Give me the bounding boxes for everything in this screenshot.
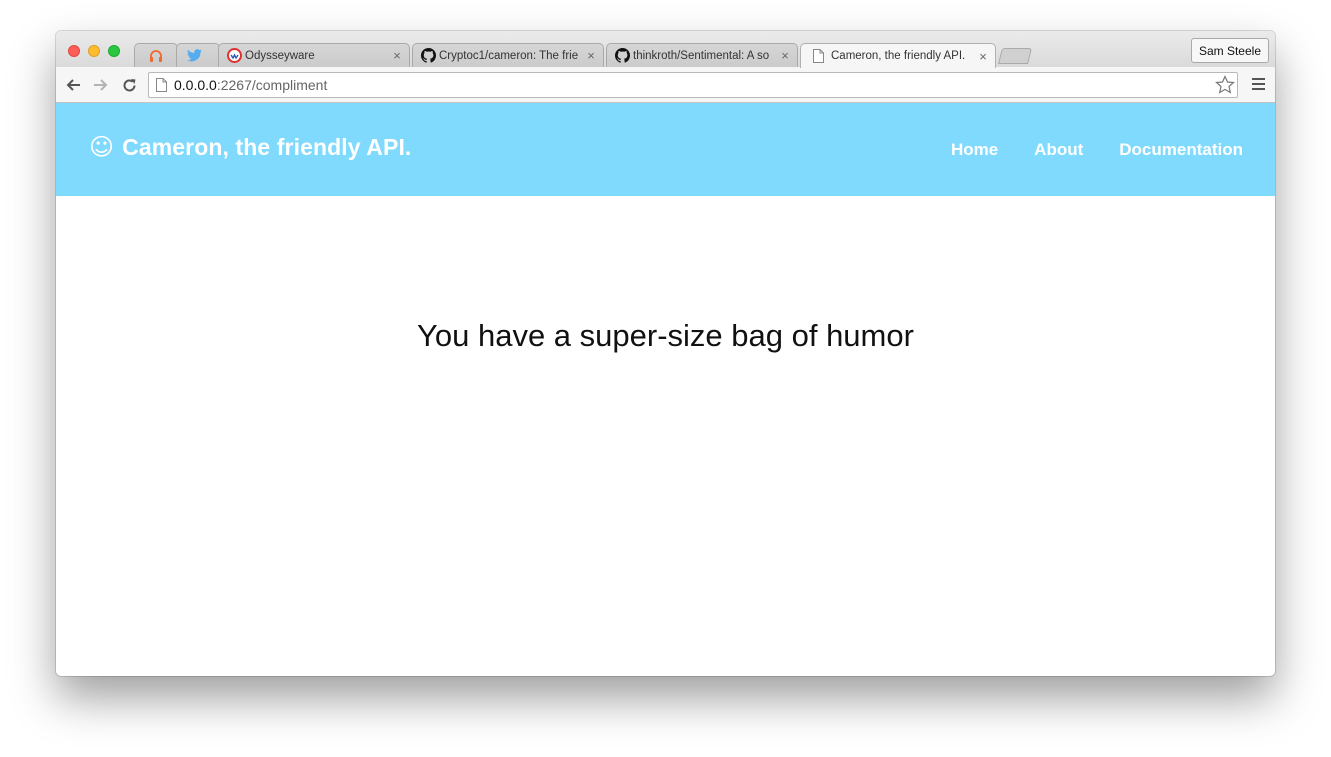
url-host: 0.0.0.0 — [174, 77, 217, 93]
nav-link-about[interactable]: About — [1034, 140, 1083, 160]
tab-close-icon[interactable]: × — [777, 48, 793, 63]
minimize-window-button[interactable] — [88, 45, 100, 57]
nav-link-home[interactable]: Home — [951, 140, 998, 160]
browser-toolbar: 0.0.0.0 :2267/compliment — [56, 67, 1275, 103]
odysseyware-icon — [227, 48, 242, 63]
tab-close-icon[interactable]: × — [583, 48, 599, 63]
site-navbar: ☺ Cameron, the friendly API. Home About … — [56, 103, 1275, 196]
address-bar[interactable]: 0.0.0.0 :2267/compliment — [148, 72, 1238, 98]
tab-title: Odysseyware — [245, 49, 315, 62]
close-window-button[interactable] — [68, 45, 80, 57]
tab-title: Cameron, the friendly API. — [831, 50, 966, 62]
tab-close-icon[interactable]: × — [975, 49, 991, 64]
github-icon — [421, 48, 436, 63]
page-icon — [811, 49, 826, 64]
compliment-heading: You have a super-size bag of humor — [417, 318, 914, 353]
twitter-icon — [187, 48, 202, 63]
browser-window: Odysseyware × Cryptoc1/cameron: The frie… — [56, 31, 1275, 676]
site-brand[interactable]: ☺ Cameron, the friendly API. — [89, 133, 411, 161]
title-bar: Odysseyware × Cryptoc1/cameron: The frie… — [56, 31, 1275, 68]
back-arrow-icon[interactable] — [63, 75, 83, 95]
tab-sentimental-github[interactable]: thinkroth/Sentimental: A so × — [606, 43, 798, 67]
tab-headphones[interactable] — [134, 43, 178, 67]
tab-cameron-github[interactable]: Cryptoc1/cameron: The frie × — [412, 43, 604, 67]
bookmark-star-icon[interactable] — [1215, 75, 1235, 100]
tab-odysseyware[interactable]: Odysseyware × — [218, 43, 410, 67]
brand-name: Cameron, the friendly API. — [122, 133, 412, 160]
forward-arrow-icon[interactable] — [91, 75, 111, 95]
new-tab-button[interactable] — [998, 48, 1032, 64]
nav-link-documentation[interactable]: Documentation — [1119, 140, 1243, 160]
tab-title: Cryptoc1/cameron: The frie — [439, 49, 579, 62]
hamburger-menu-icon[interactable] — [1252, 78, 1265, 93]
profile-button[interactable]: Sam Steele — [1190, 38, 1269, 63]
tab-cameron-active[interactable]: Cameron, the friendly API. × — [800, 43, 996, 68]
maximize-window-button[interactable] — [108, 45, 120, 57]
github-icon — [615, 48, 630, 63]
smiley-icon: ☺ — [89, 133, 115, 161]
tab-title: thinkroth/Sentimental: A so — [633, 49, 770, 62]
page-icon — [156, 78, 167, 92]
tab-close-icon[interactable]: × — [389, 48, 405, 63]
headphones-icon — [148, 48, 163, 63]
reload-icon[interactable] — [119, 75, 139, 95]
tab-twitter[interactable] — [176, 43, 220, 67]
site-nav: Home About Documentation — [915, 140, 1243, 160]
url-path: :2267/compliment — [216, 77, 328, 93]
